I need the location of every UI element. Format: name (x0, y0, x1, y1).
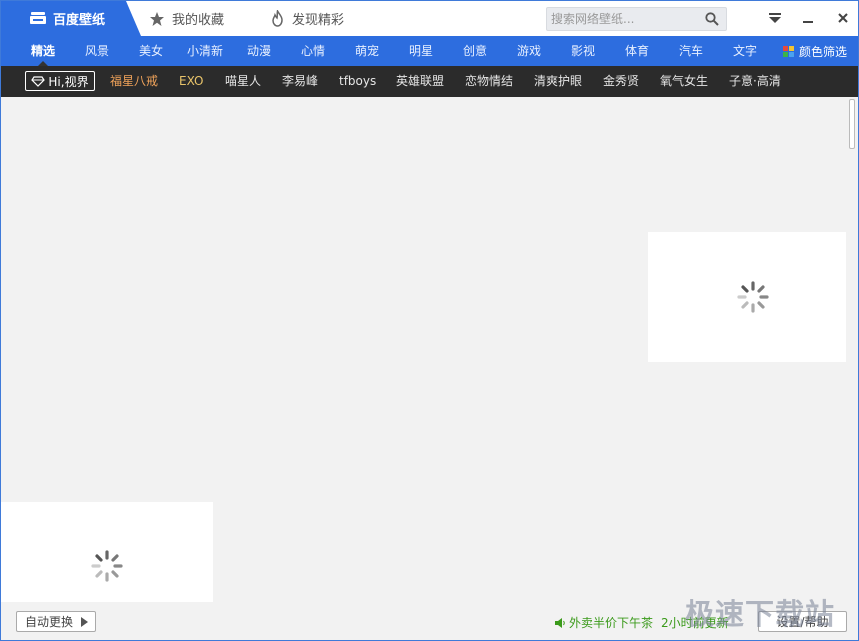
title-bar: 百度壁纸 我的收藏 发现精彩 (1, 1, 858, 36)
tag-item[interactable]: 恋物情结 (465, 66, 513, 97)
minimize-icon (803, 21, 813, 23)
app-title-tab[interactable]: 百度壁纸 (1, 1, 141, 36)
minimize-button[interactable] (800, 10, 816, 26)
menu-button[interactable] (767, 10, 783, 26)
star-icon (150, 11, 164, 26)
category-creative[interactable]: 创意 (457, 36, 493, 66)
close-button[interactable] (835, 10, 851, 26)
tag-bar: Hi,视界 福星八戒 EXO 喵星人 李易峰 tfboys 英雄联盟 恋物情结 … (1, 66, 858, 97)
tag-item[interactable]: 氧气女生 (660, 66, 708, 97)
category-stars[interactable]: 明星 (403, 36, 439, 66)
app-title: 百度壁纸 (53, 13, 106, 28)
vertical-scrollbar[interactable] (846, 97, 858, 602)
tag-item[interactable]: 清爽护眼 (534, 66, 582, 97)
wallpaper-tile[interactable] (648, 232, 846, 362)
tag-item[interactable]: 子意·高清 (729, 66, 781, 97)
category-text[interactable]: 文字 (727, 36, 763, 66)
hi-vision-label: Hi,视界 (48, 74, 89, 89)
play-icon (81, 617, 88, 627)
scrollbar-thumb[interactable] (849, 99, 855, 149)
fire-icon (272, 10, 283, 27)
search-box (546, 7, 727, 31)
category-beauty[interactable]: 美女 (133, 36, 169, 66)
tab-favorites-label: 我的收藏 (172, 13, 225, 28)
tag-item[interactable]: 英雄联盟 (396, 66, 444, 97)
wallpaper-logo-icon (30, 12, 46, 24)
promo-text: 外卖半价下午茶 (569, 616, 654, 630)
color-filter-button[interactable]: 颜色筛选 (783, 36, 847, 66)
category-featured[interactable]: 精选 (23, 36, 63, 66)
category-fresh[interactable]: 小清新 (181, 36, 229, 66)
category-scenery[interactable]: 风景 (79, 36, 115, 66)
tag-item[interactable]: tfboys (339, 66, 376, 97)
category-anime[interactable]: 动漫 (241, 36, 277, 66)
category-cars[interactable]: 汽车 (673, 36, 709, 66)
color-filter-label: 颜色筛选 (799, 44, 848, 59)
category-pets[interactable]: 萌宠 (349, 36, 385, 66)
auto-change-label: 自动更换 (25, 615, 74, 629)
category-sports[interactable]: 体育 (619, 36, 655, 66)
tab-discover[interactable]: 发现精彩 (270, 1, 344, 36)
category-mood[interactable]: 心情 (295, 36, 331, 66)
category-movies[interactable]: 影视 (565, 36, 601, 66)
menu-icon (769, 13, 781, 23)
wallpaper-grid (1, 97, 846, 602)
tag-item[interactable]: 金秀贤 (603, 66, 639, 97)
category-bar: 精选 风景 美女 小清新 动漫 心情 萌宠 明星 创意 游戏 影视 体育 汽车 … (1, 36, 858, 66)
tab-discover-label: 发现精彩 (292, 13, 345, 28)
tag-item[interactable]: 福星八戒 (110, 66, 158, 97)
close-icon (838, 13, 848, 23)
diamond-icon (31, 75, 46, 87)
tab-favorites[interactable]: 我的收藏 (149, 1, 224, 36)
tag-item[interactable]: 李易峰 (282, 66, 318, 97)
tag-item[interactable]: EXO (179, 66, 203, 97)
speaker-icon (555, 617, 565, 628)
app-window: 百度壁纸 我的收藏 发现精彩 搜索网络壁纸... 精选 风景 美女 小清新 动漫… (0, 0, 859, 641)
hi-vision-button[interactable]: Hi,视界 (25, 71, 95, 91)
color-palette-icon (783, 45, 794, 57)
watermark-logo: 极速下载站 (685, 597, 836, 631)
auto-change-button[interactable]: 自动更换 (16, 611, 96, 632)
loading-spinner-icon (91, 550, 123, 582)
wallpaper-tile[interactable] (1, 502, 213, 602)
search-input[interactable] (547, 8, 697, 30)
tag-item[interactable]: 喵星人 (225, 66, 261, 97)
category-games[interactable]: 游戏 (511, 36, 547, 66)
loading-spinner-icon (737, 281, 769, 313)
search-icon[interactable] (705, 12, 719, 26)
